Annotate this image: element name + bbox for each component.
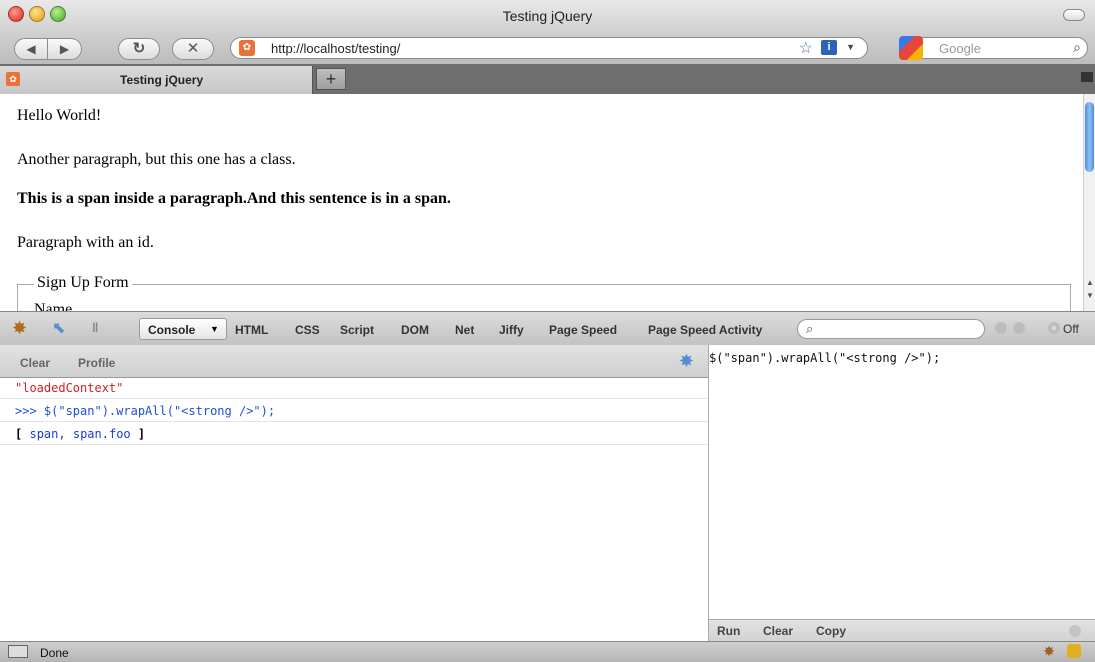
- page-scrollbar[interactable]: ▲ ▼: [1083, 94, 1095, 311]
- status-panel-icon[interactable]: [8, 645, 28, 658]
- command-editor-toolbar: Run Clear Copy: [709, 619, 1095, 642]
- yslow-status-icon[interactable]: [1067, 644, 1081, 658]
- tab-script[interactable]: Script: [340, 323, 374, 337]
- search-magnifier-icon[interactable]: ⌕: [1073, 39, 1081, 56]
- console-line-string: "loadedContext": [0, 377, 708, 399]
- paragraph-class: Another paragraph, but this one has a cl…: [17, 151, 296, 168]
- scroll-up-arrow-icon[interactable]: ▲: [1086, 278, 1094, 287]
- off-button[interactable]: Off: [1063, 322, 1079, 336]
- pause-icon[interactable]: ‖: [92, 320, 98, 335]
- reload-button[interactable]: ↻: [118, 38, 160, 60]
- dropdown-arrow-icon[interactable]: ▼: [846, 42, 855, 52]
- tab-list-icon[interactable]: [1081, 72, 1093, 82]
- firebug-bug-icon[interactable]: ✸: [12, 318, 27, 339]
- result-span-foo-link[interactable]: span.foo: [73, 427, 131, 441]
- address-bar[interactable]: ✿ http://localhost/testing/ ☆ i ▼: [230, 37, 868, 59]
- tab-strip: ✿ Testing jQuery +: [0, 64, 1095, 94]
- signup-fieldset: [17, 284, 1071, 311]
- tab-html[interactable]: HTML: [235, 323, 268, 337]
- reload-icon: ↻: [132, 40, 146, 57]
- tab-css[interactable]: CSS: [295, 323, 320, 337]
- tab-testing-jquery[interactable]: ✿ Testing jQuery: [0, 66, 313, 94]
- clear-button[interactable]: Clear: [20, 356, 50, 370]
- inspect-icon[interactable]: ⬉: [52, 318, 65, 338]
- tab-console-label: Console: [148, 323, 196, 337]
- paragraph-id: Paragraph with an id.: [17, 234, 154, 251]
- tab-page-speed[interactable]: Page Speed: [549, 323, 617, 337]
- search-box[interactable]: Google ⌕: [899, 36, 1088, 60]
- scroll-down-arrow-icon[interactable]: ▼: [1086, 291, 1094, 300]
- stop-icon: ✕: [186, 40, 200, 57]
- command-editor-text[interactable]: $("span").wrapAll("<strong />");: [709, 351, 940, 365]
- page-content: Hello World! Another paragraph, but this…: [0, 94, 1083, 311]
- firebug-search-input[interactable]: ⌕: [797, 319, 985, 339]
- status-text: Done: [40, 646, 69, 660]
- tab-dom[interactable]: DOM: [401, 323, 429, 337]
- title-bar: Testing jQuery: [0, 0, 1095, 35]
- editor-clear-button[interactable]: Clear: [763, 624, 793, 638]
- firebug-toolbar: ✸ ⬉ ‖ Console ▼ HTML CSS Script DOM Net …: [0, 311, 1095, 347]
- forward-button[interactable]: ▶: [48, 38, 82, 60]
- back-arrow-icon: ◀: [26, 42, 36, 56]
- tab-favicon-icon: ✿: [6, 72, 20, 86]
- console-log-pane: Clear Profile ✸ "loadedContext" >>> $("s…: [0, 345, 709, 641]
- search-placeholder: Google: [939, 41, 981, 56]
- tab-console-dropdown-icon[interactable]: ▼: [210, 324, 219, 334]
- new-tab-button[interactable]: +: [316, 68, 346, 90]
- result-separator: ,: [58, 427, 66, 441]
- paragraph-hello: Hello World!: [17, 107, 102, 124]
- info-badge-icon[interactable]: i: [821, 40, 837, 55]
- tab-page-speed-activity[interactable]: Page Speed Activity: [648, 323, 762, 337]
- result-close-bracket: ]: [137, 427, 146, 441]
- run-button[interactable]: Run: [717, 624, 740, 638]
- toolbar-toggle-button[interactable]: [1063, 9, 1085, 21]
- tab-jiffy[interactable]: Jiffy: [499, 323, 524, 337]
- firebug-status-icon[interactable]: ✸: [1043, 643, 1055, 660]
- scrollbar-thumb[interactable]: [1085, 102, 1094, 172]
- url-text[interactable]: http://localhost/testing/: [271, 41, 400, 56]
- next-icon[interactable]: [1013, 322, 1025, 334]
- firebug-detach-icon[interactable]: ✸: [679, 351, 694, 372]
- copy-button[interactable]: Copy: [816, 624, 846, 638]
- status-bar: Done ✸: [0, 641, 1095, 662]
- result-open-bracket: [: [15, 427, 23, 441]
- fieldset-legend: Sign Up Form: [34, 274, 132, 292]
- console-line-command: >>> $("span").wrapAll("<strong />");: [0, 400, 708, 422]
- back-button[interactable]: ◀: [14, 38, 48, 60]
- previous-icon[interactable]: [995, 322, 1007, 334]
- result-span-link[interactable]: span: [29, 427, 58, 441]
- console-line-result: [ span, span.foo ]: [0, 423, 708, 445]
- paragraph-span: This is a span inside a paragraph.And th…: [17, 190, 451, 207]
- tab-label: Testing jQuery: [120, 73, 204, 87]
- console-toolbar: Clear Profile ✸: [0, 345, 708, 378]
- tab-net[interactable]: Net: [455, 323, 474, 337]
- bookmark-star-icon[interactable]: ☆: [799, 38, 813, 58]
- firebug-search-icon: ⌕: [806, 321, 814, 336]
- window-title: Testing jQuery: [502, 8, 593, 24]
- google-engine-icon[interactable]: [899, 36, 923, 60]
- name-label-partial: Name: [34, 301, 73, 311]
- navigation-toolbar: ◀ ▶ ↻ ✕ ✿ http://localhost/testing/ ☆ i …: [0, 34, 1095, 64]
- off-circle-icon[interactable]: ×: [1048, 322, 1060, 334]
- collapse-editor-icon[interactable]: [1069, 625, 1081, 637]
- command-editor-pane[interactable]: $("span").wrapAll("<strong />"); Run Cle…: [709, 345, 1095, 642]
- stop-button[interactable]: ✕: [172, 38, 214, 60]
- forward-arrow-icon: ▶: [59, 42, 70, 56]
- profile-button[interactable]: Profile: [78, 356, 115, 370]
- tab-console[interactable]: Console ▼: [139, 318, 227, 340]
- site-favicon-icon: ✿: [239, 40, 255, 56]
